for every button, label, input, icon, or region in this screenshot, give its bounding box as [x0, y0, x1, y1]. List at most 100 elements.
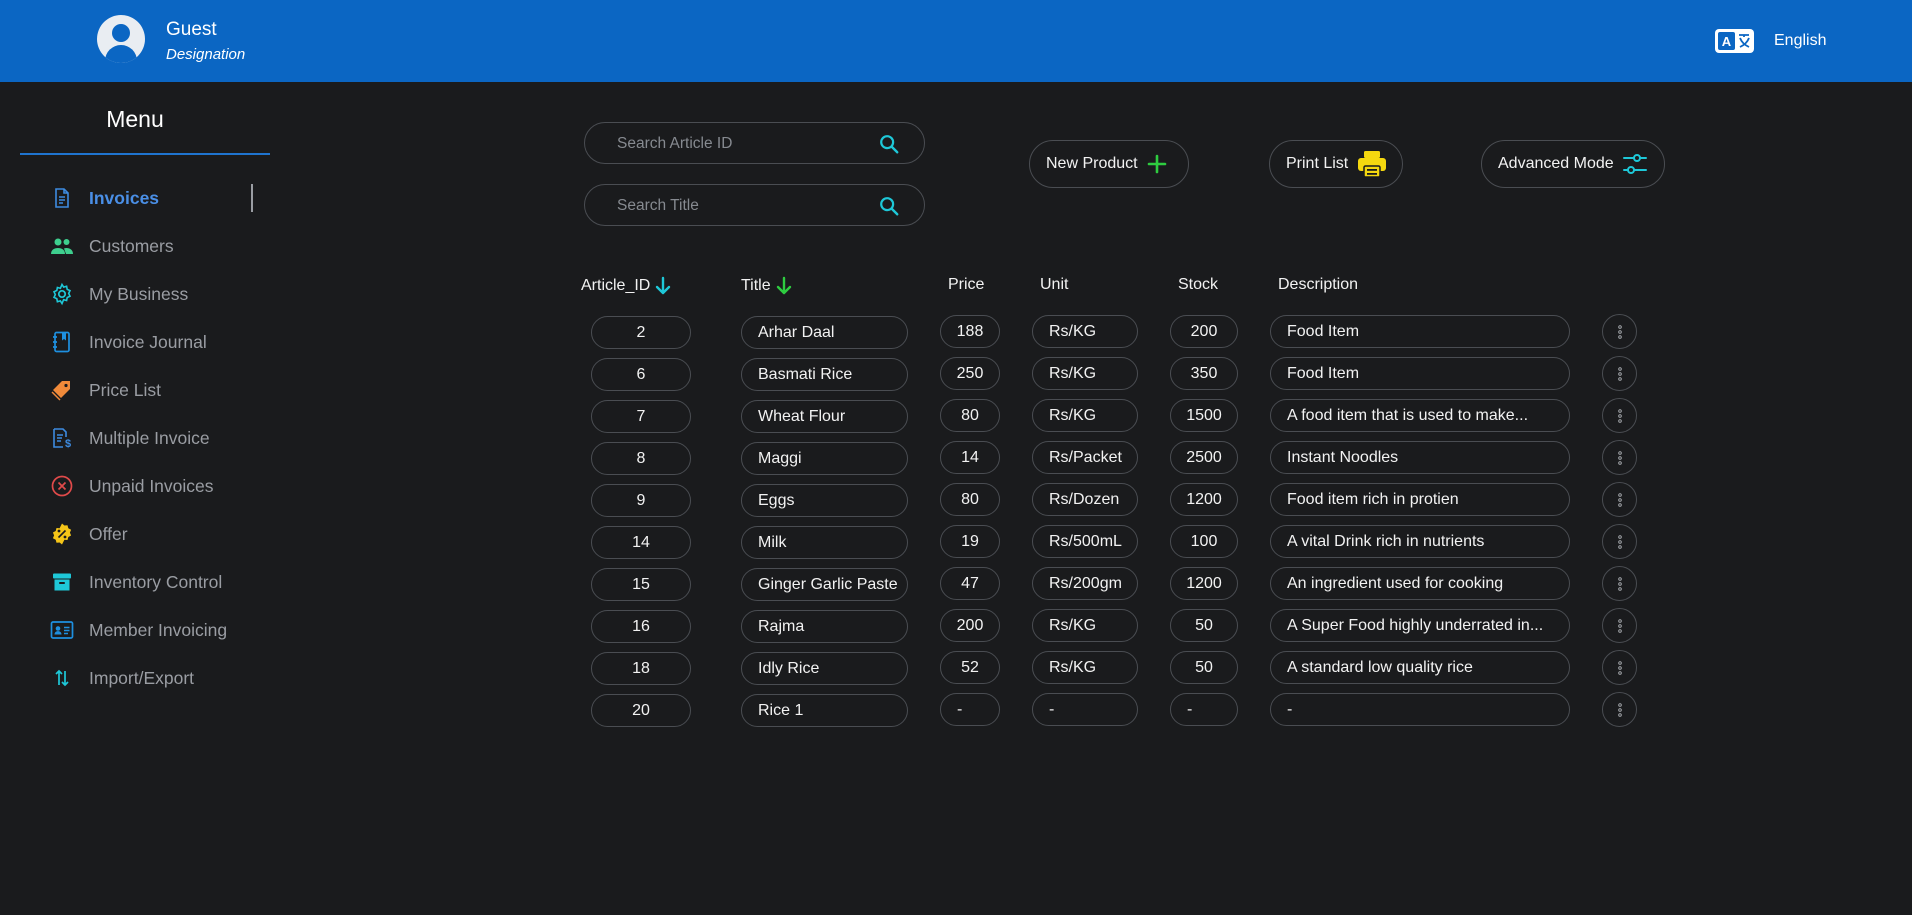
cell-unit[interactable]: Rs/KG: [1032, 651, 1138, 684]
cancel-circle-icon: [51, 475, 73, 497]
cell-title[interactable]: Maggi: [741, 442, 908, 475]
column-header-title[interactable]: Title: [741, 276, 793, 296]
column-header-unit: Unit: [1040, 276, 1068, 294]
cell-title[interactable]: Arhar Daal: [741, 316, 908, 349]
cell-title[interactable]: Rice 1: [741, 694, 908, 727]
cell-stock[interactable]: 1200: [1170, 567, 1238, 600]
cell-article-id[interactable]: 15: [591, 568, 691, 601]
cell-unit[interactable]: Rs/KG: [1032, 609, 1138, 642]
cell-title[interactable]: Wheat Flour: [741, 400, 908, 433]
sidebar-item-unpaid-invoices[interactable]: Unpaid Invoices: [50, 471, 260, 501]
sidebar-item-import-export[interactable]: Import/Export: [50, 663, 260, 693]
cell-stock[interactable]: 1200: [1170, 483, 1238, 516]
row-options-button[interactable]: [1602, 524, 1637, 559]
row-options-button[interactable]: [1602, 608, 1637, 643]
cell-price[interactable]: 250: [940, 357, 1000, 390]
cell-unit[interactable]: -: [1032, 693, 1138, 726]
svg-text:A: A: [1722, 34, 1732, 49]
sidebar-item-customers[interactable]: Customers: [50, 231, 260, 261]
cell-description[interactable]: An ingredient used for cooking: [1270, 567, 1570, 600]
cell-description[interactable]: -: [1270, 693, 1570, 726]
cell-price[interactable]: 19: [940, 525, 1000, 558]
sidebar-item-member-invoicing[interactable]: Member Invoicing: [50, 615, 260, 645]
row-options-button[interactable]: [1602, 398, 1637, 433]
cell-stock[interactable]: 50: [1170, 609, 1238, 642]
cell-unit[interactable]: Rs/500mL: [1032, 525, 1138, 558]
cell-unit[interactable]: Rs/KG: [1032, 357, 1138, 390]
cell-description[interactable]: A standard low quality rice: [1270, 651, 1570, 684]
row-options-button[interactable]: [1602, 650, 1637, 685]
cell-price[interactable]: 14: [940, 441, 1000, 474]
sort-arrow-down-icon[interactable]: [775, 276, 793, 296]
menu-title: Menu: [106, 106, 164, 132]
column-header-article-id[interactable]: Article_ID: [581, 276, 672, 296]
print-list-button[interactable]: Print List: [1269, 140, 1403, 188]
cell-title[interactable]: Eggs: [741, 484, 908, 517]
row-options-button[interactable]: [1602, 482, 1637, 517]
cell-price[interactable]: 188: [940, 315, 1000, 348]
sidebar-item-invoices[interactable]: Invoices: [50, 183, 260, 213]
cell-title[interactable]: Idly Rice: [741, 652, 908, 685]
sidebar-item-inventory-control[interactable]: Inventory Control: [50, 567, 260, 597]
cell-description[interactable]: A Super Food highly underrated in...: [1270, 609, 1570, 642]
cell-article-id[interactable]: 6: [591, 358, 691, 391]
sidebar-item-price-list[interactable]: Price List: [50, 375, 260, 405]
cell-description[interactable]: Food Item: [1270, 357, 1570, 390]
cell-article-id[interactable]: 2: [591, 316, 691, 349]
cell-article-id[interactable]: 16: [591, 610, 691, 643]
search-article-id-input[interactable]: [617, 133, 857, 155]
cell-article-id[interactable]: 18: [591, 652, 691, 685]
cell-stock[interactable]: 1500: [1170, 399, 1238, 432]
cell-title[interactable]: Ginger Garlic Paste: [741, 568, 908, 601]
row-options-button[interactable]: [1602, 356, 1637, 391]
cell-price[interactable]: 200: [940, 609, 1000, 642]
cell-description[interactable]: Food Item: [1270, 315, 1570, 348]
more-vertical-icon: [1617, 660, 1622, 675]
row-options-button[interactable]: [1602, 440, 1637, 475]
cell-article-id[interactable]: 20: [591, 694, 691, 727]
language-selector[interactable]: English: [1774, 32, 1826, 50]
search-icon[interactable]: [878, 195, 900, 217]
cell-unit[interactable]: Rs/200gm: [1032, 567, 1138, 600]
cell-description[interactable]: Food item rich in protien: [1270, 483, 1570, 516]
cell-stock[interactable]: 100: [1170, 525, 1238, 558]
sidebar-item-multiple-invoice[interactable]: $ Multiple Invoice: [50, 423, 260, 453]
cell-unit[interactable]: Rs/KG: [1032, 399, 1138, 432]
sidebar-item-my-business[interactable]: My Business: [50, 279, 260, 309]
cell-unit[interactable]: Rs/Dozen: [1032, 483, 1138, 516]
cell-description[interactable]: A vital Drink rich in nutrients: [1270, 525, 1570, 558]
row-options-button[interactable]: [1602, 566, 1637, 601]
cell-price[interactable]: 52: [940, 651, 1000, 684]
sidebar-item-invoice-journal[interactable]: Invoice Journal: [50, 327, 260, 357]
cell-description[interactable]: A food item that is used to make...: [1270, 399, 1570, 432]
cell-unit[interactable]: Rs/KG: [1032, 315, 1138, 348]
cell-description[interactable]: Instant Noodles: [1270, 441, 1570, 474]
cell-title[interactable]: Basmati Rice: [741, 358, 908, 391]
cell-price[interactable]: -: [940, 693, 1000, 726]
search-title-input[interactable]: [617, 195, 857, 217]
row-options-button[interactable]: [1602, 314, 1637, 349]
cell-price[interactable]: 80: [940, 399, 1000, 432]
cell-unit[interactable]: Rs/Packet: [1032, 441, 1138, 474]
cell-price[interactable]: 47: [940, 567, 1000, 600]
cell-stock[interactable]: 350: [1170, 357, 1238, 390]
advanced-mode-button[interactable]: Advanced Mode: [1481, 140, 1665, 188]
cell-article-id[interactable]: 14: [591, 526, 691, 559]
row-options-button[interactable]: [1602, 692, 1637, 727]
cell-price[interactable]: 80: [940, 483, 1000, 516]
user-avatar-icon[interactable]: [97, 15, 145, 63]
sort-arrow-down-icon[interactable]: [654, 276, 672, 296]
cell-stock[interactable]: 200: [1170, 315, 1238, 348]
cell-stock[interactable]: 50: [1170, 651, 1238, 684]
translate-icon[interactable]: A: [1715, 29, 1754, 53]
new-product-button[interactable]: New Product: [1029, 140, 1189, 188]
sidebar-item-offer[interactable]: Offer: [50, 519, 260, 549]
cell-stock[interactable]: 2500: [1170, 441, 1238, 474]
cell-article-id[interactable]: 9: [591, 484, 691, 517]
cell-stock[interactable]: -: [1170, 693, 1238, 726]
cell-title[interactable]: Milk: [741, 526, 908, 559]
cell-title[interactable]: Rajma: [741, 610, 908, 643]
search-icon[interactable]: [878, 133, 900, 155]
cell-article-id[interactable]: 8: [591, 442, 691, 475]
cell-article-id[interactable]: 7: [591, 400, 691, 433]
